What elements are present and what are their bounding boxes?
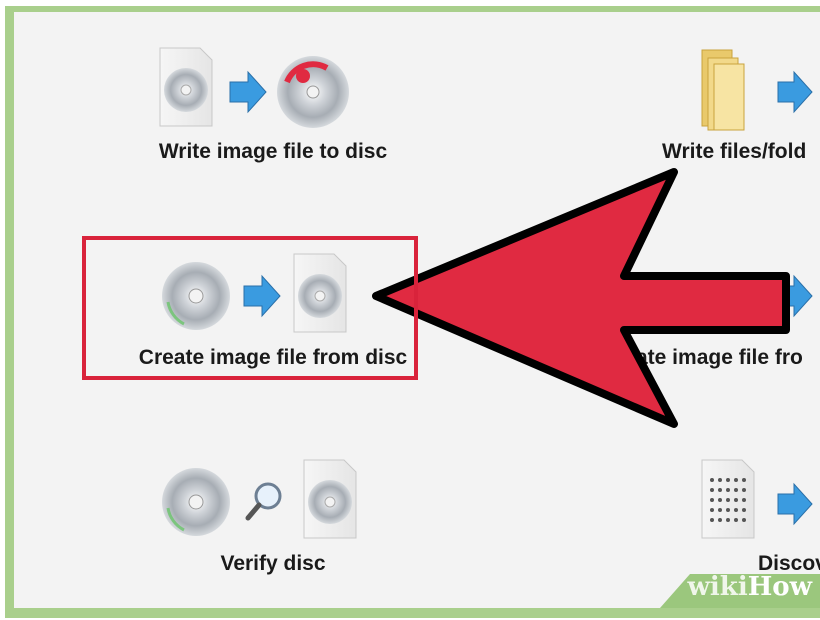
watermark-wiki: wiki (687, 572, 748, 602)
highlight-box (82, 236, 418, 380)
watermark-how: How (747, 572, 812, 602)
watermark: wikiHow (620, 568, 820, 608)
watermark-text: wikiHow (688, 572, 812, 602)
